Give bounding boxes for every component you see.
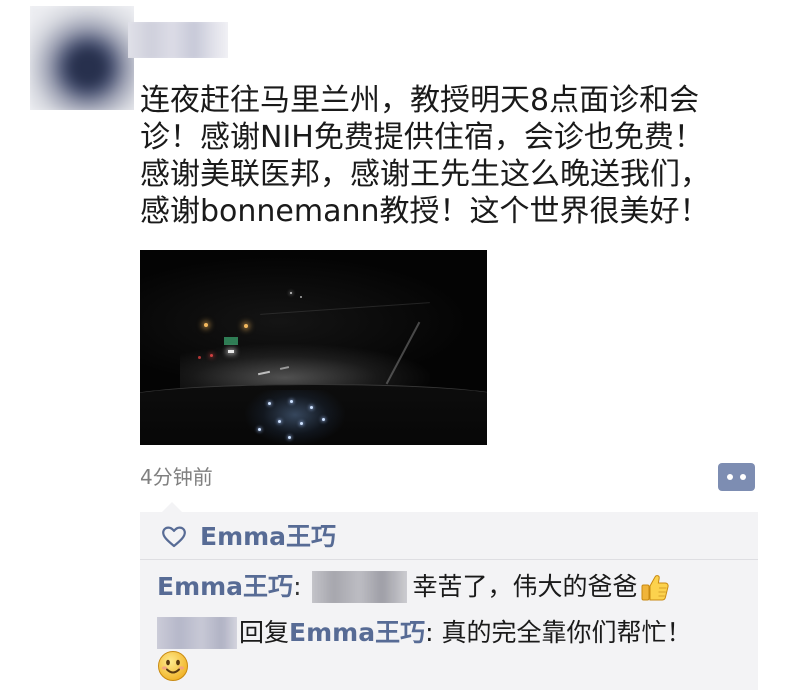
comment-row[interactable]: Emma王巧 : 幸苦了，伟大的爸爸 bbox=[157, 570, 670, 604]
photo-dashboard-light bbox=[290, 400, 293, 403]
heart-icon bbox=[162, 526, 186, 548]
avatar[interactable] bbox=[30, 6, 134, 110]
thumbs-up-icon bbox=[641, 575, 669, 601]
post-text-line: 感谢美联医邦，感谢王先生这么晚送我们， bbox=[140, 157, 710, 192]
panel-arrow bbox=[162, 502, 182, 512]
comment-author[interactable]: Emma王巧 bbox=[157, 570, 293, 604]
comment-text: 幸苦了，伟大的爸爸 bbox=[412, 572, 638, 601]
photo-instrument-cluster bbox=[245, 390, 345, 445]
interaction-panel: Emma王巧 Emma王巧 : 幸苦了，伟大的爸爸 回复 Emma王巧 : 真的… bbox=[140, 502, 758, 690]
comment-icon-dot bbox=[740, 474, 746, 480]
post-photo[interactable] bbox=[140, 250, 487, 445]
photo-dashboard-light bbox=[300, 422, 303, 425]
reply-label: 回复 bbox=[239, 618, 290, 647]
post-text-line: 感谢bonnemann教授！这个世界很美好！ bbox=[140, 194, 710, 229]
author-name-blur bbox=[128, 22, 228, 58]
author-name-blurred[interactable] bbox=[128, 22, 228, 58]
photo-tail-light bbox=[198, 356, 201, 359]
avatar-blur bbox=[30, 6, 134, 110]
comment-icon[interactable] bbox=[718, 463, 755, 491]
post-time: 4分钟前 bbox=[140, 465, 213, 489]
comment-icon-dot bbox=[727, 474, 733, 480]
likes-divider bbox=[140, 559, 758, 560]
photo-dashboard-light bbox=[288, 436, 291, 439]
photo-distant-light bbox=[290, 292, 292, 294]
like-user-name[interactable]: Emma王巧 bbox=[200, 523, 336, 551]
photo-tail-light bbox=[210, 354, 213, 357]
photo-distant-light bbox=[300, 296, 302, 298]
photo-dashboard-light bbox=[310, 406, 313, 409]
post-text-line: 诊！感谢NIH免费提供住宿，会诊也免费！ bbox=[140, 120, 704, 155]
photo-dashboard-light bbox=[278, 420, 281, 423]
comment-row[interactable]: 回复 Emma王巧 : 真的完全靠你们帮忙！ bbox=[157, 616, 691, 650]
photo-street-light bbox=[204, 323, 208, 327]
likes-row: Emma王巧 bbox=[162, 523, 336, 551]
photo-headlight bbox=[228, 350, 234, 353]
comment-separator: : bbox=[293, 572, 302, 601]
post-text-line: 连夜赶往马里兰州，教授明天8点面诊和会 bbox=[140, 83, 700, 118]
comment-text: : 真的完全靠你们帮忙！ bbox=[425, 618, 692, 647]
smile-icon bbox=[157, 650, 189, 682]
post-text: 连夜赶往马里兰州，教授明天8点面诊和会 诊！感谢NIH免费提供住宿，会诊也免费！… bbox=[140, 82, 710, 230]
photo-dashboard-light bbox=[258, 428, 261, 431]
photo-dashboard-light bbox=[322, 418, 325, 421]
blurred-comment-author[interactable] bbox=[157, 617, 237, 649]
photo-dashboard-light bbox=[268, 402, 271, 405]
photo-highway-sign bbox=[224, 337, 238, 345]
reply-to-name[interactable]: Emma王巧 bbox=[289, 616, 425, 650]
photo-street-light bbox=[244, 324, 248, 328]
blurred-mention bbox=[311, 571, 407, 603]
